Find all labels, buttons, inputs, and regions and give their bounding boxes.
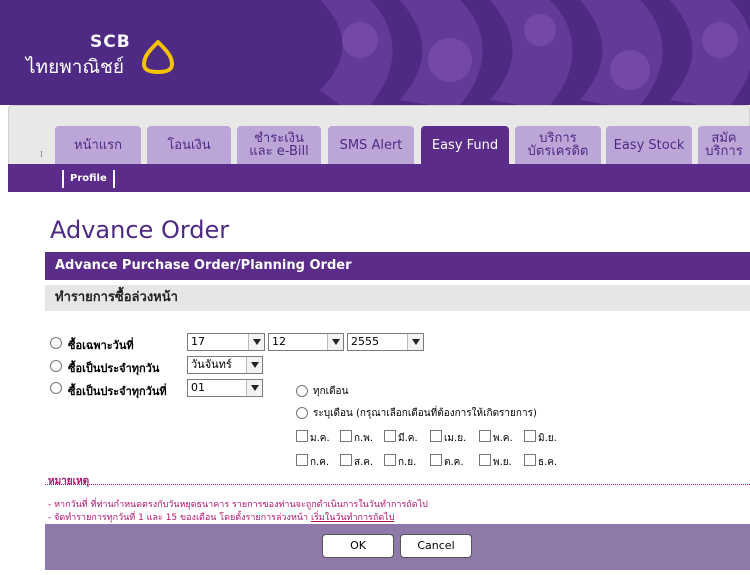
cancel-button[interactable]: Cancel xyxy=(400,534,472,558)
label-may: พ.ค. xyxy=(493,433,513,444)
checkbox-dec[interactable] xyxy=(524,454,536,466)
select-day-value: 17 xyxy=(191,335,205,348)
checkbox-feb[interactable] xyxy=(340,430,352,442)
checkbox-apr[interactable] xyxy=(430,430,442,442)
label-apr: เม.ย. xyxy=(444,433,467,444)
radio-every-month-day[interactable] xyxy=(50,382,62,394)
checkbox-aug[interactable] xyxy=(340,454,352,466)
tab-sms-alert[interactable]: SMS Alert xyxy=(328,126,414,164)
label-every-month-day: ซื้อเป็นประจำทุกวันที่ xyxy=(68,385,167,398)
brand-th: ไทยพาณิชย์ xyxy=(26,56,125,78)
label-aug: ส.ค. xyxy=(354,457,374,468)
profile-link[interactable]: Profile xyxy=(62,170,115,188)
tab-easy-fund[interactable]: Easy Fund xyxy=(421,126,509,164)
label-nov: พ.ย. xyxy=(493,457,512,468)
note-line-1: - หากวันที่ ที่ท่านกำหนดตรงกับวันหยุดธนา… xyxy=(48,500,428,510)
chevron-down-icon xyxy=(246,380,262,396)
radio-specify-month[interactable] xyxy=(296,407,308,419)
radio-every-month[interactable] xyxy=(296,385,308,397)
panel-title: Advance Purchase Order/Planning Order xyxy=(45,252,750,280)
label-mar: มี.ค. xyxy=(398,433,418,444)
label-jun: มิ.ย. xyxy=(538,433,557,444)
action-footer xyxy=(45,524,750,570)
tab-easy-stock[interactable]: Easy Stock xyxy=(606,126,692,164)
select-day[interactable]: 17 xyxy=(187,333,265,351)
notes-divider xyxy=(45,484,750,485)
select-year-value: 2555 xyxy=(351,335,379,348)
label-jul: ก.ค. xyxy=(310,457,330,468)
note-line-2: - จัดทำรายการทุกวันที่ 1 และ 15 ของเดือน… xyxy=(48,510,394,524)
chevron-down-icon xyxy=(246,357,262,373)
checkbox-nov[interactable] xyxy=(479,454,491,466)
tab-payment-ebill[interactable]: ชำระเงิน และ e-Bill xyxy=(237,126,321,164)
label-sep: ก.ย. xyxy=(398,457,417,468)
checkbox-may[interactable] xyxy=(479,430,491,442)
select-year[interactable]: 2555 xyxy=(347,333,424,351)
scb-bell-icon xyxy=(141,40,175,74)
label-feb: ก.พ. xyxy=(354,433,374,444)
radio-specific-date[interactable] xyxy=(50,337,62,349)
label-every-month: ทุกเดือน xyxy=(313,386,349,397)
panel-subtitle: ทำรายการซื้อล่วงหน้า xyxy=(45,285,750,311)
select-weekday-value: วันจันทร์ xyxy=(191,358,232,371)
tab-register[interactable]: สมัค บริการ xyxy=(698,126,750,164)
note-line-2-text: - จัดทำรายการทุกวันที่ 1 และ 15 ของเดือน… xyxy=(48,513,311,523)
note-line-2-link[interactable]: เริ่มในวันทำการถัดไป xyxy=(311,513,394,523)
checkbox-mar[interactable] xyxy=(384,430,396,442)
brand-en: SCB xyxy=(90,32,131,52)
chevron-down-icon xyxy=(407,334,423,350)
decorative-pattern xyxy=(320,0,750,105)
select-month[interactable]: 12 xyxy=(268,333,344,351)
chevron-down-icon xyxy=(327,334,343,350)
tab-credit-card[interactable]: บริการ บัตรเครดิต xyxy=(515,126,601,164)
select-month-day[interactable]: 01 xyxy=(187,379,263,397)
checkbox-jun[interactable] xyxy=(524,430,536,442)
checkbox-jul[interactable] xyxy=(296,454,308,466)
sub-nav-bar xyxy=(8,164,750,192)
label-dec: ธ.ค. xyxy=(538,457,558,468)
ok-button[interactable]: OK xyxy=(322,534,394,558)
label-specify-month: ระบุเดือน (กรุณาเลือกเดือนที่ต้องการให้เ… xyxy=(313,408,537,419)
label-jan: ม.ค. xyxy=(310,433,330,444)
tab-transfer[interactable]: โอนเงิน xyxy=(147,126,231,164)
select-month-day-value: 01 xyxy=(191,381,205,394)
notes-title: หมายเหตุ xyxy=(48,476,90,487)
label-oct: ต.ค. xyxy=(444,457,464,468)
radio-every-weekday[interactable] xyxy=(50,360,62,372)
nav-grip-icon: ⁞ xyxy=(40,150,43,160)
checkbox-sep[interactable] xyxy=(384,454,396,466)
select-weekday[interactable]: วันจันทร์ xyxy=(187,356,263,374)
checkbox-oct[interactable] xyxy=(430,454,442,466)
label-specific-date: ซื้อเฉพาะวันที่ xyxy=(68,339,134,352)
chevron-down-icon xyxy=(248,334,264,350)
label-every-weekday: ซื้อเป็นประจำทุกวัน xyxy=(68,362,160,375)
header-banner: SCB ไทยพาณิชย์ xyxy=(0,0,750,105)
page-title: Advance Order xyxy=(50,216,230,244)
select-month-value: 12 xyxy=(272,335,286,348)
tab-home[interactable]: หน้าแรก xyxy=(55,126,141,164)
checkbox-jan[interactable] xyxy=(296,430,308,442)
